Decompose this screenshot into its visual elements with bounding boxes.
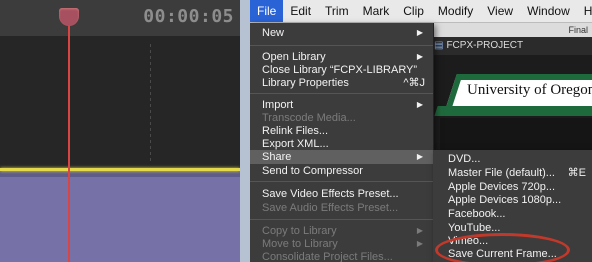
menu-item-share[interactable]: Share ▶ [250,150,433,164]
menu-item-label: Library Properties [262,77,349,89]
timeline-guide [150,44,151,162]
menu-item-library-properties[interactable]: Library Properties ^⌘J [250,76,433,90]
menu-item-open-library[interactable]: Open Library ▶ [250,50,433,64]
playhead-line[interactable] [68,18,70,262]
menu-view[interactable]: View [480,0,520,22]
menu-item-export-xml[interactable]: Export XML... [250,137,433,151]
submenu-arrow-icon: ▶ [416,28,423,37]
menu-trim[interactable]: Trim [318,0,356,22]
menu-item-label: Facebook... [448,208,506,220]
menu-item-close-library[interactable]: Close Library “FCPX-LIBRARY” [250,63,433,77]
menu-item-transcode-media: Transcode Media... [250,111,433,125]
menu-separator [250,219,433,220]
menu-item-save-audio-effects: Save Audio Effects Preset... [250,201,433,215]
menu-item-label: Consolidate Project Files... [262,251,393,262]
menu-help[interactable]: Help [577,0,592,22]
menu-item-send-to-compressor[interactable]: Send to Compressor [250,164,433,178]
timecode-display: 00:00:05 [143,6,234,27]
menu-mark[interactable]: Mark [356,0,397,22]
app-window: Final ▤ FCPX-PROJECT University of Oregon… [250,0,592,262]
menu-item-label: Import [262,99,294,111]
menu-item-move-to-library: Move to Library ▶ [250,237,433,251]
submenu-arrow-icon: ▶ [416,100,423,109]
menu-item-label: Save Audio Effects Preset... [262,202,399,214]
menu-item-label: Close Library “FCPX-LIBRARY” [262,64,418,76]
menu-edit[interactable]: Edit [283,0,318,22]
menu-item-copy-to-library: Copy to Library ▶ [250,224,433,238]
share-item-facebook[interactable]: Facebook... [433,207,592,221]
menu-item-label: DVD... [448,153,481,165]
menu-separator [250,181,433,182]
menu-item-label: Apple Devices 1080p... [448,194,562,206]
menu-item-label: New [262,27,285,39]
submenu-arrow-icon: ▶ [416,239,423,248]
menu-item-label: Apple Devices 720p... [448,181,556,193]
film-icon: ▤ [434,40,444,51]
menu-item-label: Export XML... [262,138,329,150]
file-menu: New ▶ Open Library ▶ Close Library “FCPX-L… [250,23,434,262]
submenu-arrow-icon: ▶ [416,226,423,235]
shortcut-label: ⌘E [567,167,586,179]
menu-item-label: Master File (default)... [448,167,555,179]
share-item-dvd[interactable]: DVD... [433,152,592,166]
selection-range-line [0,168,240,171]
menu-item-label: Transcode Media... [262,112,356,124]
shortcut-label: ^⌘J [403,77,425,89]
share-item-apple-1080p[interactable]: Apple Devices 1080p... [433,193,592,207]
menu-item-label: Relink Files... [262,125,329,137]
window-subtitle: Final [430,23,592,37]
project-bar: ▤ FCPX-PROJECT [430,37,592,55]
timeline-track-area[interactable] [0,36,240,170]
menu-item-import[interactable]: Import ▶ [250,98,433,112]
menu-item-consolidate: Consolidate Project Files... [250,250,433,262]
menu-item-label: Open Library [262,51,326,63]
menu-separator [250,45,433,46]
menu-modify[interactable]: Modify [431,0,480,22]
menu-item-label: Send to Compressor [262,165,363,177]
menu-separator [250,93,433,94]
menu-bar: File Edit Trim Mark Clip Modify View Win… [250,0,592,23]
menu-window[interactable]: Window [520,0,577,22]
menu-item-save-video-effects[interactable]: Save Video Effects Preset... [250,187,433,201]
menu-item-label: Copy to Library [262,225,337,237]
share-item-master-file[interactable]: Master File (default)... ⌘E [433,166,592,180]
viewer-green-stripe [434,106,592,116]
menu-file[interactable]: File [250,0,284,22]
project-name: FCPX-PROJECT [446,40,524,51]
timeline-clip[interactable] [0,177,240,262]
menu-item-new[interactable]: New ▶ [250,26,433,40]
submenu-arrow-icon: ▶ [416,152,423,161]
annotation-highlight-circle [435,233,570,262]
share-item-apple-720p[interactable]: Apple Devices 720p... [433,180,592,194]
timeline-panel: 00:00:05 [0,0,240,262]
viewer-banner-text: University of Oregon [467,82,592,98]
menu-item-relink-files[interactable]: Relink Files... [250,124,433,138]
submenu-arrow-icon: ▶ [416,52,423,61]
menu-item-label: Save Video Effects Preset... [262,188,399,200]
menu-clip[interactable]: Clip [396,0,431,22]
menu-item-label: Move to Library [262,238,338,250]
menu-item-label: Share [262,151,292,163]
